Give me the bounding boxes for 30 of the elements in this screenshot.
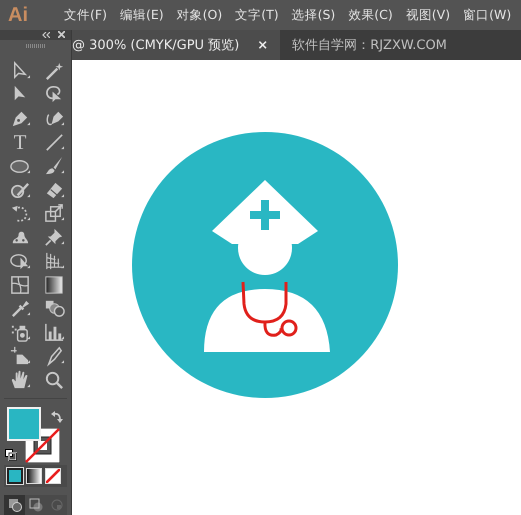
- grip-icon[interactable]: [26, 44, 46, 48]
- menu-item[interactable]: 文字(T): [235, 6, 279, 24]
- menu-item[interactable]: 编辑(E): [120, 6, 164, 24]
- app-logo: Ai: [8, 4, 28, 26]
- menu-item[interactable]: 选择(S): [292, 6, 336, 24]
- none-mode-icon[interactable]: [45, 468, 61, 484]
- document-tab[interactable]: @ 300% (CMYK/GPU 预览) ×: [72, 30, 280, 60]
- draw-behind-icon[interactable]: [28, 498, 42, 512]
- mesh-icon[interactable]: [9, 274, 31, 296]
- fill-swatch[interactable]: [7, 406, 41, 441]
- scale-icon[interactable]: [43, 202, 65, 224]
- menu-item[interactable]: 窗口(W): [463, 6, 512, 24]
- bar-graph-icon[interactable]: [43, 321, 65, 344]
- menu-item[interactable]: 效果(C): [348, 6, 393, 24]
- draw-normal-icon[interactable]: [8, 498, 22, 512]
- document-tab[interactable]: 软件自学网：RJZXW.COM: [292, 30, 455, 60]
- gradient-icon[interactable]: [43, 274, 65, 296]
- close-icon[interactable]: [58, 31, 65, 38]
- menu-item[interactable]: 视图(V): [406, 6, 450, 24]
- pin-icon[interactable]: [43, 226, 65, 248]
- hand-icon[interactable]: [9, 368, 31, 391]
- tab-close-button[interactable]: ×: [257, 38, 268, 52]
- menu-item[interactable]: 文件(F): [64, 6, 107, 24]
- collapse-icon[interactable]: [42, 32, 50, 38]
- gradient-mode-button[interactable]: [26, 468, 42, 484]
- default-colors-icon[interactable]: [5, 448, 17, 461]
- swap-arrow-icon[interactable]: [50, 408, 64, 423]
- menu-item[interactable]: 对象(O): [176, 6, 222, 24]
- type-tool[interactable]: T: [10, 130, 30, 153]
- color-mode-button[interactable]: [7, 468, 23, 484]
